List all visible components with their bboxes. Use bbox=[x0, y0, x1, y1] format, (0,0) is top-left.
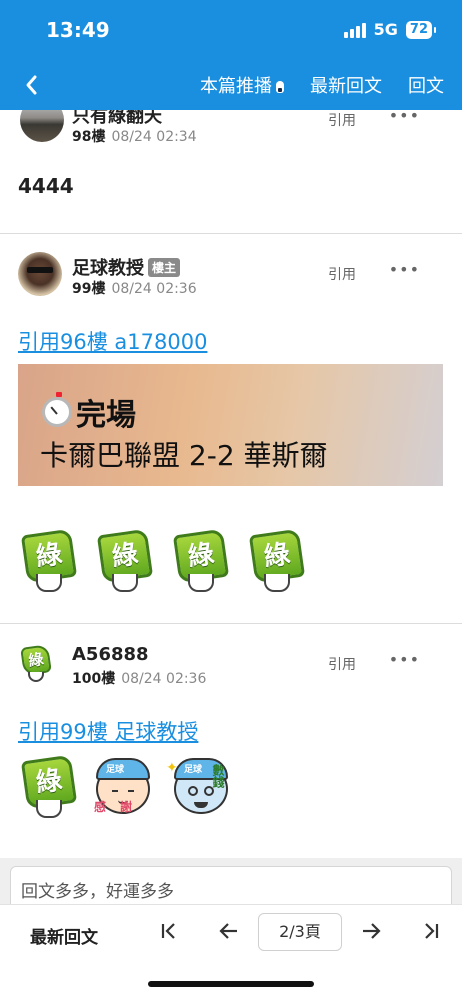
signal-icon bbox=[343, 22, 366, 38]
reply-bar: 回文多多，好運多多 bbox=[0, 858, 462, 910]
sticker-row: 綠 足球 感謝 足球 數錢 ✦ bbox=[18, 754, 236, 824]
last-page-icon[interactable] bbox=[416, 919, 446, 949]
prev-page-icon[interactable] bbox=[214, 919, 244, 949]
status-indicators: 5G 72 bbox=[343, 20, 437, 39]
post-item: 綠 A56888 100樓 08/24 02:36 引用 ••• 引用99樓 足球… bbox=[0, 624, 462, 858]
more-options-button[interactable]: ••• bbox=[389, 650, 420, 669]
green-sticker-icon: 綠 bbox=[170, 528, 232, 594]
banner-score: 卡爾巴聯盟 2-2 華斯爾 bbox=[40, 439, 328, 472]
quote-link[interactable]: 引用99樓 足球教授 bbox=[18, 716, 198, 746]
post-meta: 98樓 08/24 02:34 bbox=[72, 129, 197, 145]
green-sticker-icon: 綠 bbox=[18, 754, 80, 820]
quote-button[interactable]: 引用 bbox=[328, 264, 356, 284]
avatar[interactable] bbox=[20, 110, 64, 142]
quote-button[interactable]: 引用 bbox=[328, 110, 356, 130]
quote-button[interactable]: 引用 bbox=[328, 654, 356, 674]
bulb-icon bbox=[276, 81, 284, 93]
green-sticker-icon: 綠 bbox=[94, 528, 156, 594]
avatar[interactable]: 綠 bbox=[18, 642, 62, 686]
green-sticker-icon: 綠 bbox=[18, 528, 80, 594]
thread-content: 只有綠翻天 98樓 08/24 02:34 引用 ••• 4444 足球教授 樓主 … bbox=[0, 110, 462, 858]
post-body: 4444 bbox=[18, 174, 74, 198]
back-button[interactable] bbox=[22, 70, 52, 100]
green-sticker-icon: 綠 bbox=[246, 528, 308, 594]
match-result-image: 完場 卡爾巴聯盟 2-2 華斯爾 bbox=[18, 364, 443, 486]
battery-icon: 72 bbox=[405, 20, 437, 39]
first-page-icon[interactable] bbox=[154, 919, 184, 949]
author-name[interactable]: A56888 bbox=[72, 644, 149, 665]
home-indicator bbox=[148, 981, 314, 987]
host-badge: 樓主 bbox=[148, 258, 181, 277]
post-meta: 99樓 08/24 02:36 bbox=[72, 281, 197, 297]
chevron-left-icon bbox=[26, 75, 37, 95]
banner-title: 完場 bbox=[42, 390, 136, 434]
sticker-row: 綠 綠 綠 綠 bbox=[18, 528, 308, 594]
status-bar: 13:49 5G 72 bbox=[0, 0, 462, 62]
money-counting-sticker-icon: 足球 數錢 ✦ bbox=[166, 754, 236, 824]
nav-bar: 本篇推播 最新回文 回文 bbox=[0, 62, 462, 110]
quote-link[interactable]: 引用96樓 a178000 bbox=[18, 326, 207, 356]
next-page-icon[interactable] bbox=[356, 919, 386, 949]
post-item: 只有綠翻天 98樓 08/24 02:34 引用 ••• 4444 bbox=[0, 110, 462, 234]
latest-replies-button[interactable]: 最新回文 bbox=[310, 72, 382, 98]
post-meta: 100樓 08/24 02:36 bbox=[72, 671, 207, 687]
more-options-button[interactable]: ••• bbox=[389, 110, 420, 125]
network-label: 5G bbox=[373, 20, 398, 39]
nav-actions: 本篇推播 最新回文 回文 bbox=[200, 72, 444, 98]
author-name[interactable]: 足球教授 樓主 bbox=[72, 254, 181, 280]
status-time: 13:49 bbox=[46, 18, 110, 42]
post-item: 足球教授 樓主 99樓 08/24 02:36 引用 ••• 引用96樓 a1780… bbox=[0, 234, 462, 624]
push-subscribe-button[interactable]: 本篇推播 bbox=[200, 72, 284, 98]
stopwatch-icon bbox=[42, 392, 72, 427]
thanks-sticker-icon: 足球 感謝 bbox=[88, 754, 158, 824]
latest-reply-button[interactable]: 最新回文 bbox=[30, 923, 98, 948]
more-options-button[interactable]: ••• bbox=[389, 260, 420, 279]
avatar[interactable] bbox=[18, 252, 62, 296]
reply-button[interactable]: 回文 bbox=[408, 72, 444, 98]
page-indicator[interactable]: 2/3頁 bbox=[258, 913, 342, 951]
